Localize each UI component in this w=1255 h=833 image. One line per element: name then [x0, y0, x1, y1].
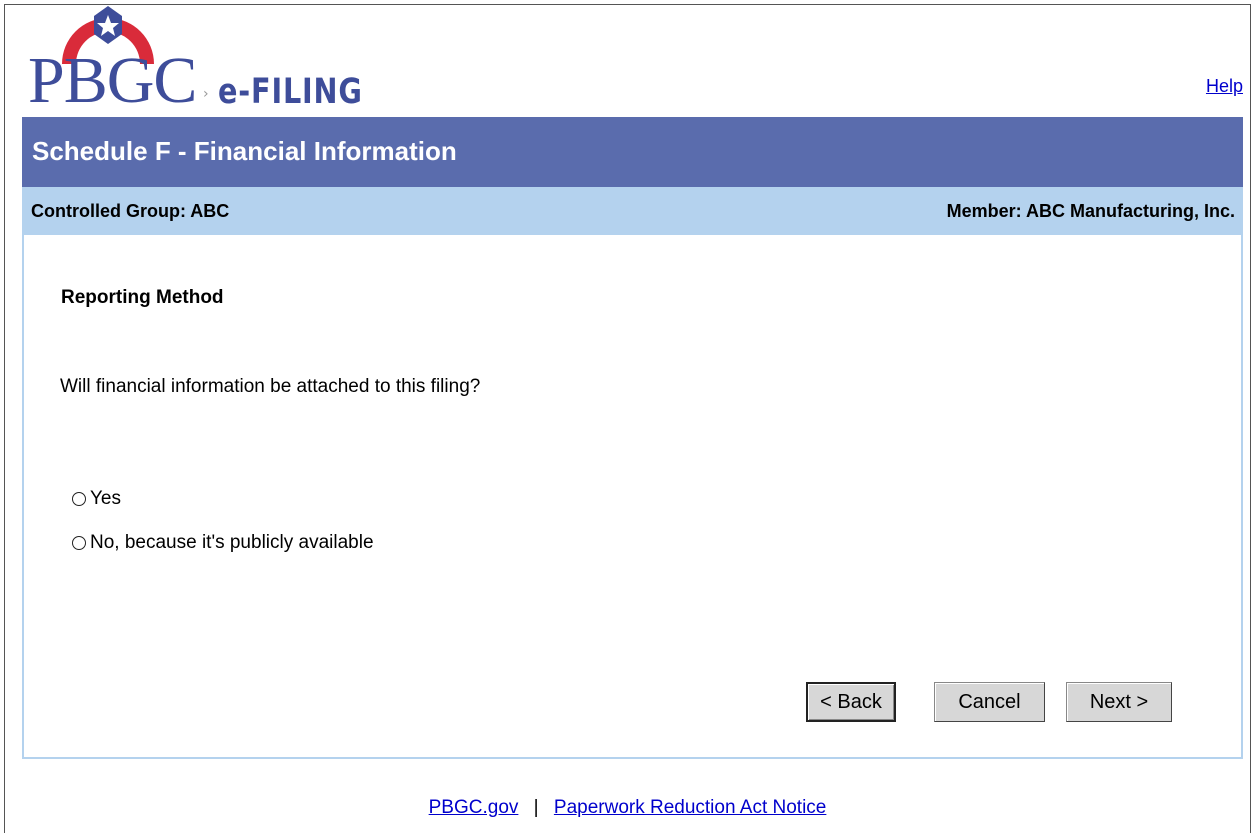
- help-link[interactable]: Help: [1206, 76, 1243, 97]
- pbgc-gov-link[interactable]: PBGC.gov: [429, 797, 519, 818]
- title-bar: Schedule F - Financial Information: [22, 117, 1243, 187]
- radio-button-yes[interactable]: [72, 492, 86, 506]
- cancel-button[interactable]: Cancel: [934, 682, 1045, 722]
- back-button[interactable]: < Back: [806, 682, 896, 722]
- page-title: Schedule F - Financial Information: [32, 136, 457, 166]
- radio-option-yes[interactable]: Yes: [72, 488, 121, 510]
- controlled-group-label: Controlled Group: ABC: [31, 201, 230, 221]
- section-heading: Reporting Method: [61, 287, 224, 308]
- radio-label-yes: Yes: [90, 488, 121, 509]
- logo-wordmark: PBGC: [28, 44, 197, 117]
- question-text: Will financial information be attached t…: [60, 376, 481, 397]
- radio-option-no[interactable]: No, because it's publicly available: [72, 532, 374, 554]
- radio-button-no[interactable]: [72, 536, 86, 550]
- footer: PBGC.gov | Paperwork Reduction Act Notic…: [0, 797, 1255, 819]
- paperwork-notice-link[interactable]: Paperwork Reduction Act Notice: [554, 797, 826, 818]
- next-button[interactable]: Next >: [1066, 682, 1172, 722]
- member-label: Member: ABC Manufacturing, Inc.: [946, 201, 1235, 221]
- radio-label-no: No, because it's publicly available: [90, 532, 374, 553]
- context-bar: Controlled Group: ABC Member: ABC Manufa…: [22, 187, 1243, 235]
- footer-separator: |: [533, 797, 539, 818]
- form-panel: Reporting Method Will financial informat…: [22, 235, 1243, 759]
- logo-separator: ›: [203, 86, 209, 102]
- pbgc-logo: PBGC › e-FILING PORTAL: [28, 4, 548, 152]
